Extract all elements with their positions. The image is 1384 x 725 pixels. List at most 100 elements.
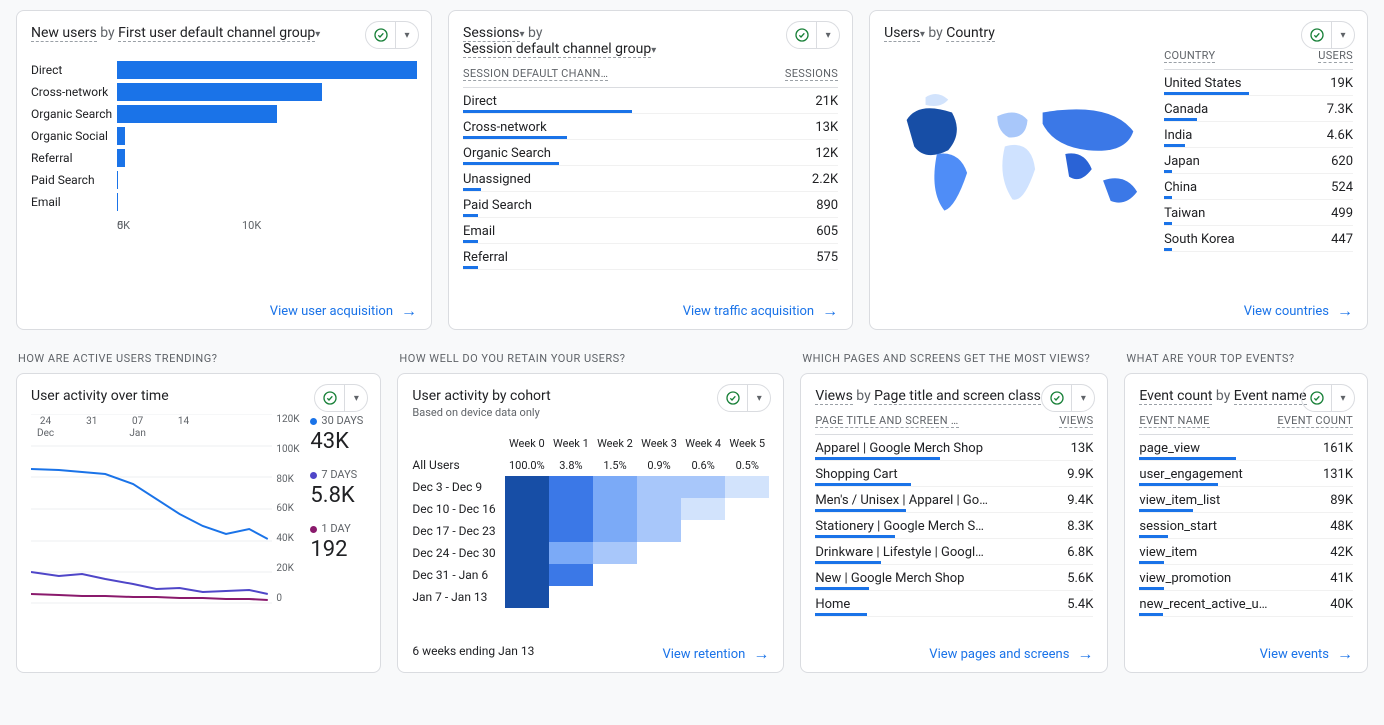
card-actions: ▾ <box>314 384 368 412</box>
cohort-cell <box>681 498 725 520</box>
cohort-cell <box>593 586 637 608</box>
table-row[interactable]: Canada 7.3K <box>1164 96 1353 122</box>
dimension-name: Country <box>946 25 995 42</box>
table-row[interactable]: Apparel | Google Merch Shop 13K <box>815 435 1093 461</box>
card-title[interactable]: Users▾ by Country <box>884 25 1353 41</box>
row-key: Organic Search <box>463 146 551 161</box>
view-pages-screens-link[interactable]: View pages and screens→ <box>815 640 1093 662</box>
bar-row: Referral <box>31 147 417 169</box>
row-value: 605 <box>816 224 838 239</box>
bar-value <box>117 61 417 79</box>
table-row[interactable]: Drinkware | Lifestyle | Googl… 6.8K <box>815 539 1093 565</box>
section-heading: WHAT ARE YOUR TOP EVENTS? <box>1126 352 1368 365</box>
metric-name: Sessions <box>463 25 520 42</box>
status-check-icon[interactable] <box>1302 385 1332 411</box>
table-row[interactable]: South Korea 447 <box>1164 226 1353 252</box>
bar-row: Paid Search <box>31 169 417 191</box>
table-row[interactable]: Taiwan 499 <box>1164 200 1353 226</box>
card-cohort: ▾ User activity by cohort Based on devic… <box>397 373 784 673</box>
row-key: Referral <box>463 250 508 265</box>
card-menu-dropdown[interactable]: ▾ <box>817 30 839 41</box>
table-row[interactable]: India 4.6K <box>1164 122 1353 148</box>
table-row[interactable]: view_item 42K <box>1139 539 1353 565</box>
table-row[interactable]: new_recent_active_u… 40K <box>1139 591 1353 617</box>
card-new-users: ▾ New users by First user default channe… <box>16 10 432 330</box>
card-actions: ▾ <box>1301 384 1355 412</box>
row-key: India <box>1164 128 1192 143</box>
table-row[interactable]: session_start 48K <box>1139 513 1353 539</box>
table-row[interactable]: Stationery | Google Merch S… 8.3K <box>815 513 1093 539</box>
arrow-right-icon: → <box>753 646 769 662</box>
cohort-cell <box>681 520 725 542</box>
card-users-country: ▾ Users▾ by Country <box>869 10 1368 330</box>
row-value: 19K <box>1330 76 1353 91</box>
cohort-cell <box>725 586 769 608</box>
cohort-cell <box>725 564 769 586</box>
status-check-icon[interactable] <box>315 385 345 411</box>
card-menu-dropdown[interactable]: ▾ <box>1332 30 1354 41</box>
world-map[interactable] <box>884 49 1156 259</box>
view-events-link[interactable]: View events→ <box>1139 640 1353 662</box>
card-menu-dropdown[interactable]: ▾ <box>748 393 770 404</box>
table-row[interactable]: China 524 <box>1164 174 1353 200</box>
table-row[interactable]: view_promotion 41K <box>1139 565 1353 591</box>
bar-label: Paid Search <box>31 173 117 187</box>
row-value: 524 <box>1331 180 1353 195</box>
row-key: Apparel | Google Merch Shop <box>815 441 983 456</box>
table-row[interactable]: Referral 575 <box>463 244 838 270</box>
table-row[interactable]: Cross-network 13K <box>463 114 838 140</box>
arrow-right-icon: → <box>1337 646 1353 662</box>
card-title[interactable]: New users by First user default channel … <box>31 25 417 41</box>
status-check-icon[interactable] <box>787 22 817 48</box>
bar-value <box>117 127 125 145</box>
legend-entry: 1 DAY192 <box>310 522 366 562</box>
row-value: 620 <box>1331 154 1353 169</box>
cohort-cell <box>681 542 725 564</box>
row-key: Paid Search <box>463 198 532 213</box>
table-row[interactable]: Unassigned 2.2K <box>463 166 838 192</box>
table-row[interactable]: New | Google Merch Shop 5.6K <box>815 565 1093 591</box>
cohort-cell <box>549 542 593 564</box>
card-title[interactable]: Sessions▾ by Session default channel gro… <box>463 25 838 57</box>
card-subtitle: Based on device data only <box>412 406 769 419</box>
card-menu-dropdown[interactable]: ▾ <box>396 30 418 41</box>
row-value: 41K <box>1330 571 1353 586</box>
status-check-icon[interactable] <box>366 22 396 48</box>
table-row[interactable]: United States 19K <box>1164 70 1353 96</box>
section-heading: HOW WELL DO YOU RETAIN YOUR USERS? <box>399 352 784 365</box>
card-actions: ▾ <box>365 21 419 49</box>
status-check-icon[interactable] <box>718 385 748 411</box>
view-user-acquisition-link[interactable]: View user acquisition→ <box>31 297 417 319</box>
row-key: Taiwan <box>1164 206 1205 221</box>
status-check-icon[interactable] <box>1042 385 1072 411</box>
card-sessions: ▾ Sessions▾ by Session default channel g… <box>448 10 853 330</box>
card-menu-dropdown[interactable]: ▾ <box>1332 393 1354 404</box>
view-retention-link[interactable]: View retention→ <box>662 640 769 662</box>
cohort-cell <box>637 520 681 542</box>
card-actions: ▾ <box>786 21 840 49</box>
table-row[interactable]: user_engagement 131K <box>1139 461 1353 487</box>
table-row[interactable]: view_item_list 89K <box>1139 487 1353 513</box>
table-row[interactable]: Paid Search 890 <box>463 192 838 218</box>
cohort-heatmap: Week 0Week 1Week 2Week 3Week 4Week 5All … <box>412 433 769 608</box>
view-countries-link[interactable]: View countries→ <box>884 297 1353 319</box>
table-row[interactable]: Men's / Unisex | Apparel | Go… 9.4K <box>815 487 1093 513</box>
table-row[interactable]: Home 5.4K <box>815 591 1093 617</box>
bar-chart: Direct Cross-network Organic Search Orga… <box>31 59 417 213</box>
cohort-row-label: Jan 7 - Jan 13 <box>412 586 504 608</box>
view-traffic-acquisition-link[interactable]: View traffic acquisition→ <box>463 297 838 319</box>
table-row[interactable]: Japan 620 <box>1164 148 1353 174</box>
card-menu-dropdown[interactable]: ▾ <box>345 393 367 404</box>
cohort-cell <box>593 476 637 498</box>
status-check-icon[interactable] <box>1302 22 1332 48</box>
chevron-down-icon: ▾ <box>651 45 656 56</box>
arrow-right-icon: → <box>401 303 417 319</box>
legend-entry: 30 DAYS43K <box>310 414 366 454</box>
table-row[interactable]: page_view 161K <box>1139 435 1353 461</box>
table-row[interactable]: Organic Search 12K <box>463 140 838 166</box>
table-row[interactable]: Direct 21K <box>463 88 838 114</box>
table-row[interactable]: Email 605 <box>463 218 838 244</box>
card-menu-dropdown[interactable]: ▾ <box>1072 393 1094 404</box>
table-row[interactable]: Shopping Cart 9.9K <box>815 461 1093 487</box>
cohort-cell <box>637 586 681 608</box>
